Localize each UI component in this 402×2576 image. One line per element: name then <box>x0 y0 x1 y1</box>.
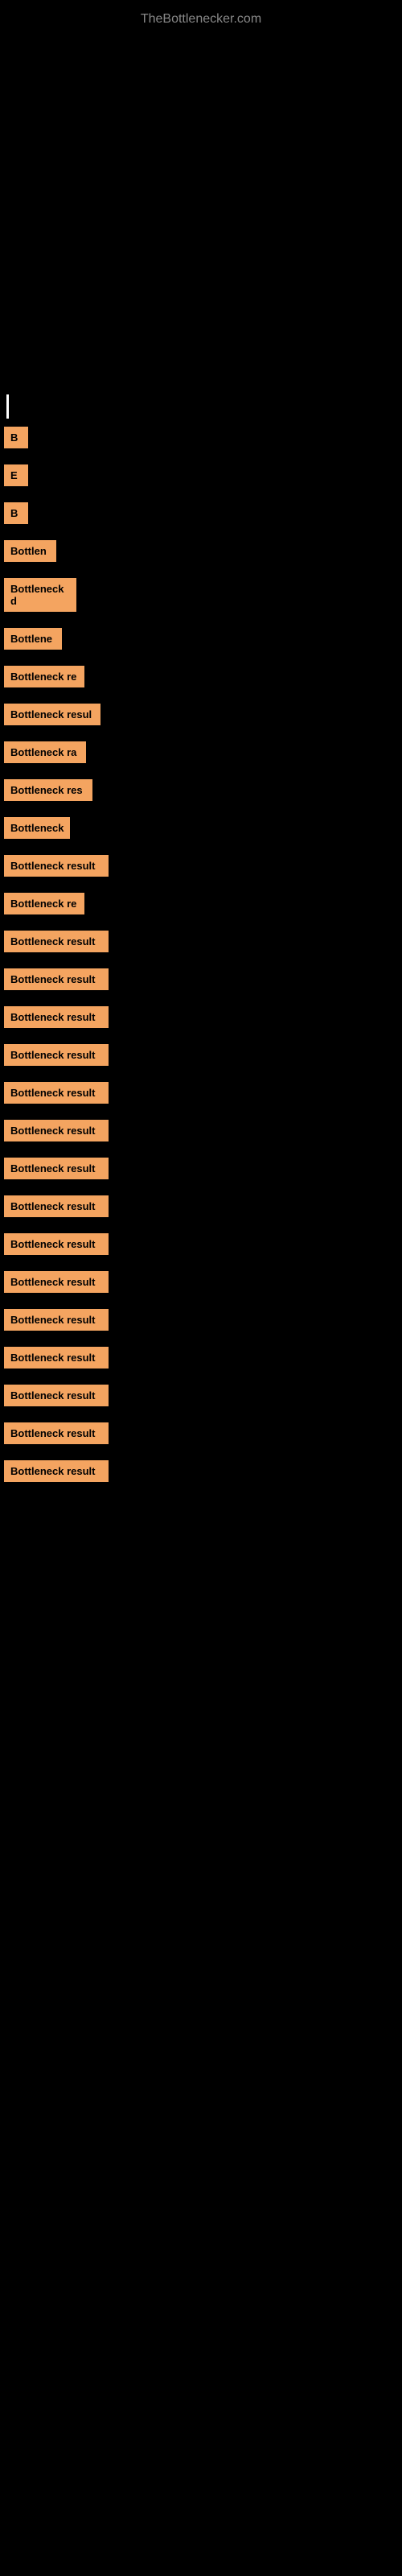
bottleneck-row: Bottleneck result <box>0 1422 402 1451</box>
bottleneck-item-bottleneck-result8: Bottleneck result <box>4 1158 109 1179</box>
bottleneck-item-bottleneck-result12: Bottleneck result <box>4 1309 109 1331</box>
cursor-line <box>6 394 9 419</box>
bottleneck-item-bottlen: Bottlen <box>4 540 56 562</box>
bottleneck-items-container: BEB Bottlen Bottleneck d Bottlene Bottleneck… <box>0 427 402 1498</box>
bottleneck-item-bottleneck-result6: Bottleneck result <box>4 1082 109 1104</box>
bottleneck-item-bottleneck-result16: Bottleneck result <box>4 1460 109 1482</box>
bottleneck-item-bottlene: Bottlene <box>4 628 62 650</box>
bottleneck-item-bottleneck-result2: Bottleneck result <box>4 931 109 952</box>
bottleneck-row: Bottleneck result <box>0 1271 402 1299</box>
bottleneck-row: Bottleneck result <box>0 1460 402 1488</box>
bottleneck-item-bottleneck-result1: Bottleneck result <box>4 855 109 877</box>
bottleneck-row: B <box>0 502 402 530</box>
bottleneck-item-bottleneck-result7: Bottleneck result <box>4 1120 109 1141</box>
bottleneck-row: Bottleneck result <box>0 1006 402 1034</box>
bottleneck-item-bottleneck-result11: Bottleneck result <box>4 1271 109 1293</box>
bottleneck-item-bottleneck-resul: Bottleneck resul <box>4 704 100 725</box>
bottleneck-row: E <box>0 464 402 493</box>
bottleneck-row: Bottlen <box>0 540 402 568</box>
bottleneck-row: Bottleneck result <box>0 1044 402 1072</box>
bottleneck-row: Bottleneck result <box>0 1347 402 1375</box>
bottleneck-row: Bottleneck result <box>0 855 402 883</box>
bottleneck-item-bottleneck2: Bottleneck <box>4 817 70 839</box>
bottleneck-row: Bottleneck result <box>0 1385 402 1413</box>
bottleneck-item-bottleneck-res: Bottleneck res <box>4 779 92 801</box>
bottleneck-row: Bottleneck result <box>0 1309 402 1337</box>
bottleneck-item-b1: B <box>4 427 28 448</box>
bottleneck-item-bottleneck-re2: Bottleneck re <box>4 893 84 914</box>
bottleneck-row: Bottleneck result <box>0 1082 402 1110</box>
site-title: TheBottlenecker.com <box>0 4 402 35</box>
bottleneck-row: Bottleneck result <box>0 1195 402 1224</box>
bottleneck-row: Bottleneck res <box>0 779 402 807</box>
bottleneck-item-bottleneck-ra: Bottleneck ra <box>4 741 86 763</box>
bottleneck-item-bottleneck-d: Bottleneck d <box>4 578 76 612</box>
bottleneck-row: Bottleneck result <box>0 1233 402 1261</box>
bottleneck-row: Bottleneck result <box>0 968 402 997</box>
bottleneck-item-bottleneck-result10: Bottleneck result <box>4 1233 109 1255</box>
bottleneck-row: Bottleneck <box>0 817 402 845</box>
bottleneck-row: Bottleneck re <box>0 893 402 921</box>
bottleneck-item-bottleneck-result3: Bottleneck result <box>4 968 109 990</box>
bottleneck-item-bottleneck-result5: Bottleneck result <box>4 1044 109 1066</box>
bottleneck-row: Bottleneck re <box>0 666 402 694</box>
bottleneck-item-bottleneck-result13: Bottleneck result <box>4 1347 109 1368</box>
bottleneck-item-bottleneck-re: Bottleneck re <box>4 666 84 687</box>
bottleneck-item-bottleneck-result14: Bottleneck result <box>4 1385 109 1406</box>
bottleneck-row: Bottleneck d <box>0 578 402 618</box>
bottleneck-row: Bottleneck result <box>0 931 402 959</box>
bottleneck-item-b2: B <box>4 502 28 524</box>
bottleneck-item-bottleneck-result15: Bottleneck result <box>4 1422 109 1444</box>
bottleneck-item-bottleneck-result9: Bottleneck result <box>4 1195 109 1217</box>
bottleneck-row: Bottlene <box>0 628 402 656</box>
bottleneck-row: Bottleneck resul <box>0 704 402 732</box>
bottleneck-item-e1: E <box>4 464 28 486</box>
bottleneck-row: Bottleneck result <box>0 1158 402 1186</box>
bottleneck-row: Bottleneck ra <box>0 741 402 770</box>
bottleneck-row: Bottleneck result <box>0 1120 402 1148</box>
bottleneck-item-bottleneck-result4: Bottleneck result <box>4 1006 109 1028</box>
bottleneck-row: B <box>0 427 402 455</box>
